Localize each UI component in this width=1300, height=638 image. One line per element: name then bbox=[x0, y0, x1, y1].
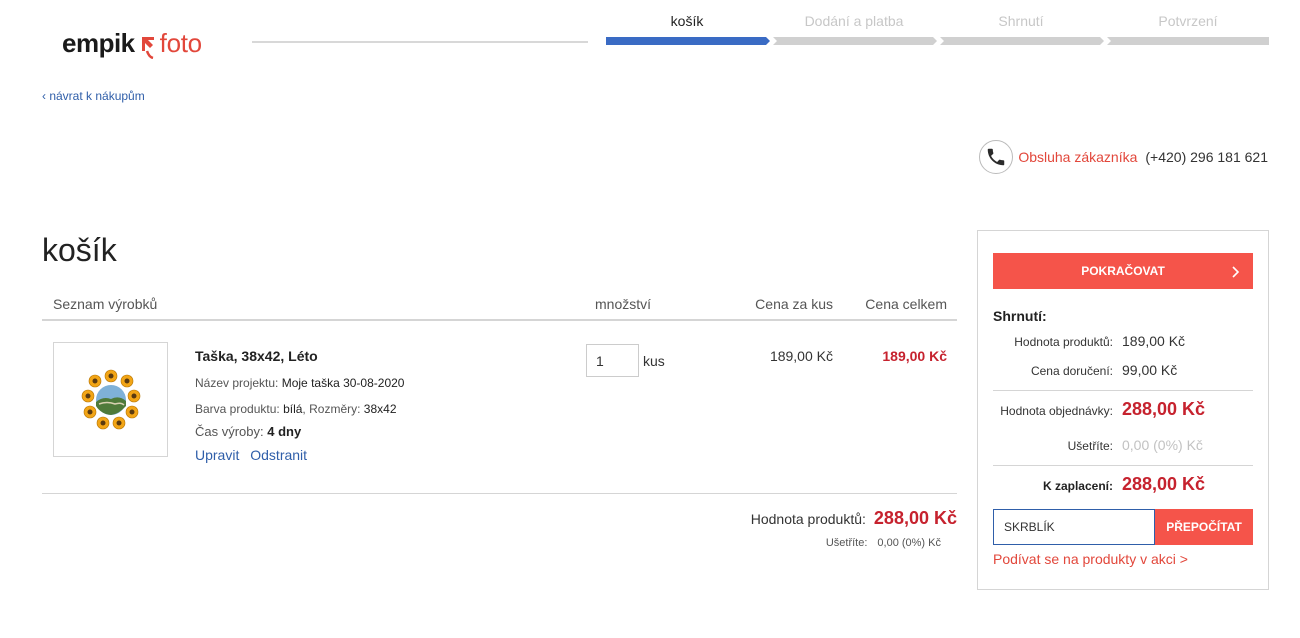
size-value: 38x42 bbox=[363, 402, 397, 416]
item-total-price: 189,00 Kč bbox=[882, 348, 947, 364]
quantity-input[interactable] bbox=[586, 344, 639, 377]
color-value: bílá bbox=[283, 402, 303, 416]
summary-divider bbox=[993, 465, 1253, 466]
item-actions: Upravit Odstranit bbox=[195, 447, 404, 463]
quantity-unit: kus bbox=[643, 352, 665, 369]
product-thumbnail[interactable] bbox=[53, 342, 168, 457]
customer-service-contact: Obsluha zákazníka (+420) 296 181 621 bbox=[979, 140, 1268, 174]
order-summary-panel: POKRAČOVAT Shrnutí: Hodnota produktů: 18… bbox=[977, 230, 1269, 590]
step-cart: košík bbox=[606, 0, 770, 46]
step-delivery-payment: Dodání a platba bbox=[773, 0, 937, 46]
step-bar bbox=[1107, 37, 1269, 45]
summary-savings-value: 0,00 (0%) Kč bbox=[1122, 437, 1203, 453]
column-header-unit-price: Cena za kus bbox=[755, 296, 833, 312]
sunflower-bag-image-icon bbox=[81, 369, 140, 429]
column-header-total-price: Cena celkem bbox=[865, 296, 947, 312]
customer-service-phone: (+420) 296 181 621 bbox=[1145, 149, 1268, 165]
logo-text-foto: foto bbox=[159, 28, 202, 58]
project-value: Moje taška 30-08-2020 bbox=[281, 376, 405, 390]
cart-products-value: 288,00 Kč bbox=[873, 508, 957, 528]
summary-products-row: Hodnota produktů: 189,00 Kč bbox=[993, 333, 1253, 349]
time-value: 4 dny bbox=[267, 424, 302, 439]
summary-delivery-row: Cena doručení: 99,00 Kč bbox=[993, 362, 1253, 378]
product-project: Název projektu: Moje taška 30-08-2020 bbox=[195, 376, 404, 390]
time-label: Čas výroby: bbox=[195, 424, 264, 439]
edit-item-link[interactable]: Upravit bbox=[195, 447, 239, 463]
cart-table-header: Seznam výrobků množství Cena za kus Cena… bbox=[42, 289, 957, 321]
step-label: Shrnutí bbox=[998, 13, 1044, 29]
summary-pay-label: K zaplacení: bbox=[1042, 479, 1113, 493]
cart-savings-label: Ušetříte: bbox=[825, 537, 868, 549]
column-header-quantity: množství bbox=[595, 296, 652, 312]
promo-code-input[interactable] bbox=[993, 509, 1155, 545]
summary-divider bbox=[993, 390, 1253, 391]
cart-savings-value: 0,00 (0%) Kč bbox=[877, 537, 941, 549]
step-bar-active bbox=[606, 37, 770, 45]
logo-text-empik: empik bbox=[62, 28, 135, 58]
step-bar bbox=[940, 37, 1104, 45]
step-label: Potvrzení bbox=[1158, 13, 1218, 29]
promo-products-link[interactable]: Podívat se na produkty v akci > bbox=[993, 551, 1188, 567]
project-label: Název projektu: bbox=[195, 376, 279, 390]
page-title: košík bbox=[42, 232, 117, 268]
recalculate-button[interactable]: PŘEPOČÍTAT bbox=[1155, 509, 1253, 545]
summary-savings-label: Ušetříte: bbox=[1067, 439, 1113, 453]
phone-icon bbox=[979, 140, 1014, 174]
summary-pay-value: 288,00 Kč bbox=[1122, 474, 1206, 494]
cart-item-row: Taška, 38x42, Léto Název projektu: Moje … bbox=[42, 322, 957, 494]
size-label: Rozměry: bbox=[309, 402, 361, 416]
cart-products-value-label: Hodnota produktů: bbox=[750, 511, 866, 527]
customer-service-link[interactable]: Obsluha zákazníka bbox=[1018, 149, 1137, 165]
step-bar bbox=[773, 37, 937, 45]
remove-item-link[interactable]: Odstranit bbox=[250, 447, 307, 463]
summary-pay-row: K zaplacení: 288,00 Kč bbox=[993, 474, 1253, 495]
empik-foto-logo-mark-icon bbox=[141, 36, 154, 59]
step-label: košík bbox=[670, 13, 704, 29]
header-divider bbox=[252, 41, 588, 43]
summary-savings-row: Ušetříte: 0,00 (0%) Kč bbox=[993, 437, 1253, 453]
item-unit-price: 189,00 Kč bbox=[769, 348, 833, 364]
chevron-right-icon bbox=[1231, 253, 1241, 289]
production-time: Čas výroby: 4 dny bbox=[195, 424, 404, 439]
logo[interactable]: empik foto bbox=[62, 28, 202, 59]
summary-products-label: Hodnota produktů: bbox=[1014, 335, 1113, 349]
step-summary: Shrnutí bbox=[940, 0, 1104, 46]
column-header-products: Seznam výrobků bbox=[53, 296, 158, 312]
cart-totals: Hodnota produktů: 288,00 Kč Ušetříte: 0,… bbox=[751, 508, 957, 549]
quantity-control: kus bbox=[586, 344, 665, 377]
summary-order-row: Hodnota objednávky: 288,00 Kč bbox=[993, 399, 1253, 420]
summary-order-value: 288,00 Kč bbox=[1122, 399, 1206, 419]
product-name: Taška, 38x42, Léto bbox=[195, 348, 318, 364]
checkout-steps: košík Dodání a platba Shrnutí Potvrzení bbox=[606, 0, 1269, 46]
summary-order-label: Hodnota objednávky: bbox=[1000, 404, 1113, 418]
continue-button-label: POKRAČOVAT bbox=[1081, 264, 1165, 278]
summary-title: Shrnutí: bbox=[993, 308, 1047, 324]
summary-delivery-label: Cena doručení: bbox=[1030, 364, 1113, 378]
back-to-shopping-link[interactable]: ‹ návrat k nákupům bbox=[42, 89, 145, 103]
color-label: Barva produktu: bbox=[195, 402, 280, 416]
summary-products-value: 189,00 Kč bbox=[1122, 333, 1186, 349]
promo-code-form: PŘEPOČÍTAT bbox=[993, 509, 1253, 545]
continue-button[interactable]: POKRAČOVAT bbox=[993, 253, 1253, 289]
step-confirmation: Potvrzení bbox=[1107, 0, 1269, 46]
summary-delivery-value: 99,00 Kč bbox=[1122, 362, 1178, 378]
product-attributes: Barva produktu: bílá, Rozměry: 38x42 bbox=[195, 402, 397, 416]
step-label: Dodání a platba bbox=[804, 13, 904, 29]
product-info: Taška, 38x42, Léto Název projektu: Moje … bbox=[195, 348, 404, 463]
